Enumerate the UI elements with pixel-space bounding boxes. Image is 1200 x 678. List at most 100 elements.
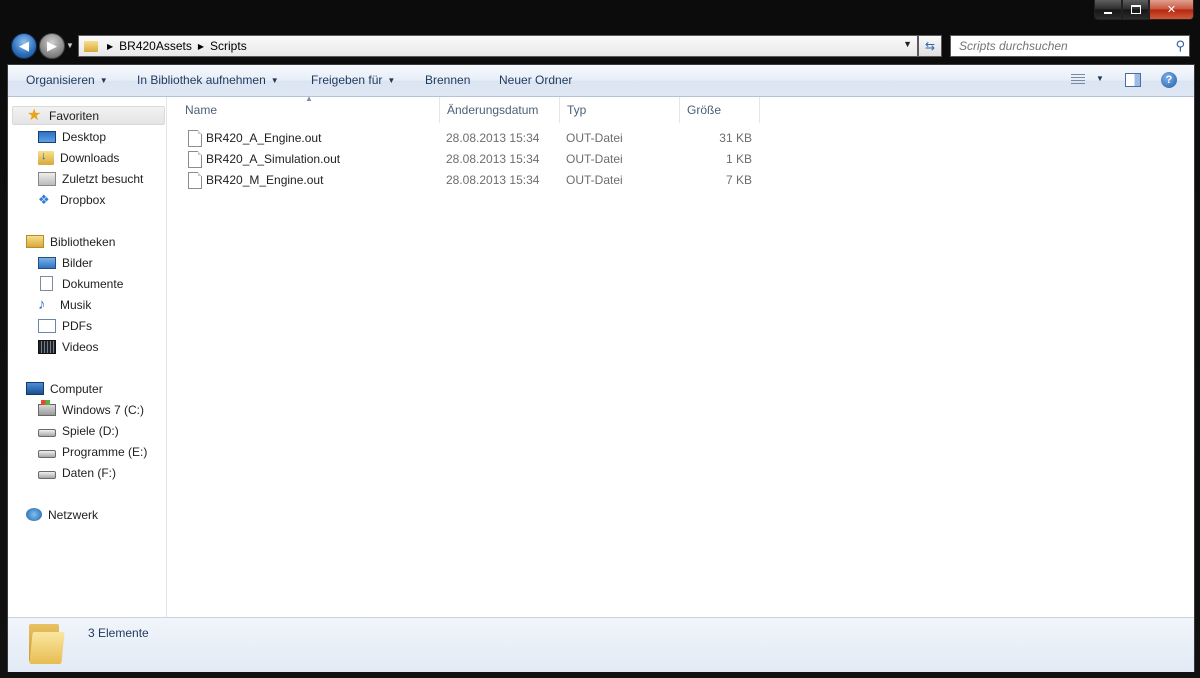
file-size: 7 KB [725,173,752,187]
libraries-icon [26,235,44,248]
nav-item-images[interactable]: Bilder [38,253,93,272]
file-icon [188,151,202,168]
forward-button[interactable]: ▶ [39,33,65,59]
new-folder-button[interactable]: Neuer Ordner [499,73,572,87]
share-menu[interactable]: Freigeben für ▼ [311,73,395,87]
network-icon [26,508,42,521]
nav-item-label: Programme (E:) [62,444,148,459]
refresh-button[interactable]: ⇆ [918,35,942,57]
nav-favorites[interactable]: ★ Favoriten [12,106,165,125]
nav-item-documents[interactable]: Dokumente [38,274,123,293]
nav-item-label: Videos [62,339,99,354]
nav-libraries-label: Bibliotheken [50,234,116,249]
file-date: 28.08.2013 15:34 [446,152,540,166]
organize-menu[interactable]: Organisieren ▼ [26,73,108,87]
nav-item-label: Musik [60,297,92,312]
nav-item-videos[interactable]: Videos [38,337,98,356]
file-type: OUT-Datei [566,152,623,166]
nav-item-drive-d[interactable]: Spiele (D:) [38,421,119,440]
nav-item-drive-e[interactable]: Programme (E:) [38,442,147,461]
preview-pane-icon[interactable] [1125,73,1141,87]
organize-label: Organisieren [26,73,95,87]
address-dropdown-icon[interactable]: ▼ [903,39,912,49]
file-icon [188,172,202,189]
file-name: BR420_A_Engine.out [206,131,322,145]
close-button[interactable]: ✕ [1149,0,1194,20]
arrow-left-icon: ◀ [19,38,29,53]
file-name: BR420_M_Engine.out [206,173,324,187]
file-date: 28.08.2013 15:34 [446,131,540,145]
dropbox-icon: ❖ [38,191,50,207]
explorer-window: ✕ ◀ ▶ ▼ ▶ BR420Assets ▶ Scripts ▼ ⇆ ⚲ Or… [0,0,1200,678]
hard-drive-icon [38,428,56,437]
address-bar[interactable]: ▶ BR420Assets ▶ Scripts ▼ [78,35,918,57]
file-size: 31 KB [719,131,752,145]
nav-item-label: Bilder [62,255,93,270]
column-header-label: Größe [687,103,722,117]
arrow-right-icon: ▶ [47,38,57,53]
nav-computer[interactable]: Computer [26,379,103,398]
maximize-button[interactable] [1122,0,1149,20]
file-date: 28.08.2013 15:34 [446,173,540,187]
breadcrumb-br420assets[interactable]: BR420Assets [119,39,192,53]
view-dropdown-icon[interactable]: ▼ [1096,74,1104,83]
nav-item-desktop[interactable]: Desktop [38,127,106,146]
search-box[interactable]: ⚲ [950,35,1190,57]
view-details-icon[interactable] [1071,74,1085,85]
file-type: OUT-Datei [566,131,623,145]
burn-button[interactable]: Brennen [425,73,470,87]
nav-item-label: Dropbox [60,192,106,207]
file-row[interactable]: BR420_A_Engine.out 28.08.2013 15:34 OUT-… [186,128,766,149]
back-button[interactable]: ◀ [11,33,37,59]
file-type: OUT-Datei [566,173,623,187]
help-icon[interactable]: ? [1161,72,1177,88]
nav-item-label: Downloads [60,150,120,165]
column-header-type[interactable]: Typ [560,97,680,123]
include-in-library-menu[interactable]: In Bibliothek aufnehmen ▼ [137,73,279,87]
pictures-icon [38,256,56,269]
desktop-icon [38,130,56,143]
file-name: BR420_A_Simulation.out [206,152,341,166]
file-icon [188,130,202,147]
breadcrumb-scripts[interactable]: Scripts [210,39,247,53]
hard-drive-icon [38,449,56,458]
nav-computer-label: Computer [50,381,103,396]
nav-item-recent[interactable]: Zuletzt besucht [38,169,143,188]
windows-drive-icon [38,399,56,416]
nav-item-downloads[interactable]: Downloads [38,148,119,167]
nav-item-label: Dokumente [62,276,124,291]
nav-libraries[interactable]: Bibliotheken [26,232,115,251]
file-row[interactable]: BR420_M_Engine.out 28.08.2013 15:34 OUT-… [186,170,766,191]
recent-places-icon [38,171,56,186]
nav-item-drive-c[interactable]: Windows 7 (C:) [38,399,144,419]
column-header-label: Änderungsdatum [447,103,539,117]
explorer-frame: Organisieren ▼ In Bibliothek aufnehmen ▼ F… [7,64,1195,672]
close-icon: ✕ [1166,4,1177,16]
nav-item-drive-f[interactable]: Daten (F:) [38,463,116,482]
chevron-down-icon: ▼ [99,76,108,85]
search-input[interactable] [957,38,1171,54]
column-header-date[interactable]: Änderungsdatum [440,97,560,123]
minimize-button[interactable] [1094,0,1122,20]
column-header-label: Name [185,103,218,117]
film-icon [38,339,56,354]
sort-ascending-icon: ▲ [305,94,313,103]
column-header-size[interactable]: Größe [680,97,760,123]
music-note-icon: ♪ [38,295,46,313]
nav-item-music[interactable]: ♪ Musik [38,295,91,314]
file-row[interactable]: BR420_A_Simulation.out 28.08.2013 15:34 … [186,149,766,170]
maximize-icon [1130,5,1141,14]
breadcrumb-separator-icon[interactable]: ▶ [198,42,204,51]
search-icon[interactable]: ⚲ [1175,38,1185,54]
nav-network-label: Netzwerk [48,507,99,522]
nav-item-label: Desktop [62,129,107,144]
chevron-down-icon: ▼ [387,76,396,85]
nav-item-dropbox[interactable]: ❖ Dropbox [38,190,105,209]
command-bar: Organisieren ▼ In Bibliothek aufnehmen ▼ F… [8,65,1194,97]
refresh-icon: ⇆ [924,39,936,53]
nav-network[interactable]: Netzwerk [26,505,98,524]
nav-item-pdfs[interactable]: PDFs [38,316,92,335]
breadcrumb-separator-icon[interactable]: ▶ [107,42,113,51]
recent-pages-dropdown[interactable]: ▼ [66,41,74,50]
chevron-down-icon: ▼ [270,76,279,85]
